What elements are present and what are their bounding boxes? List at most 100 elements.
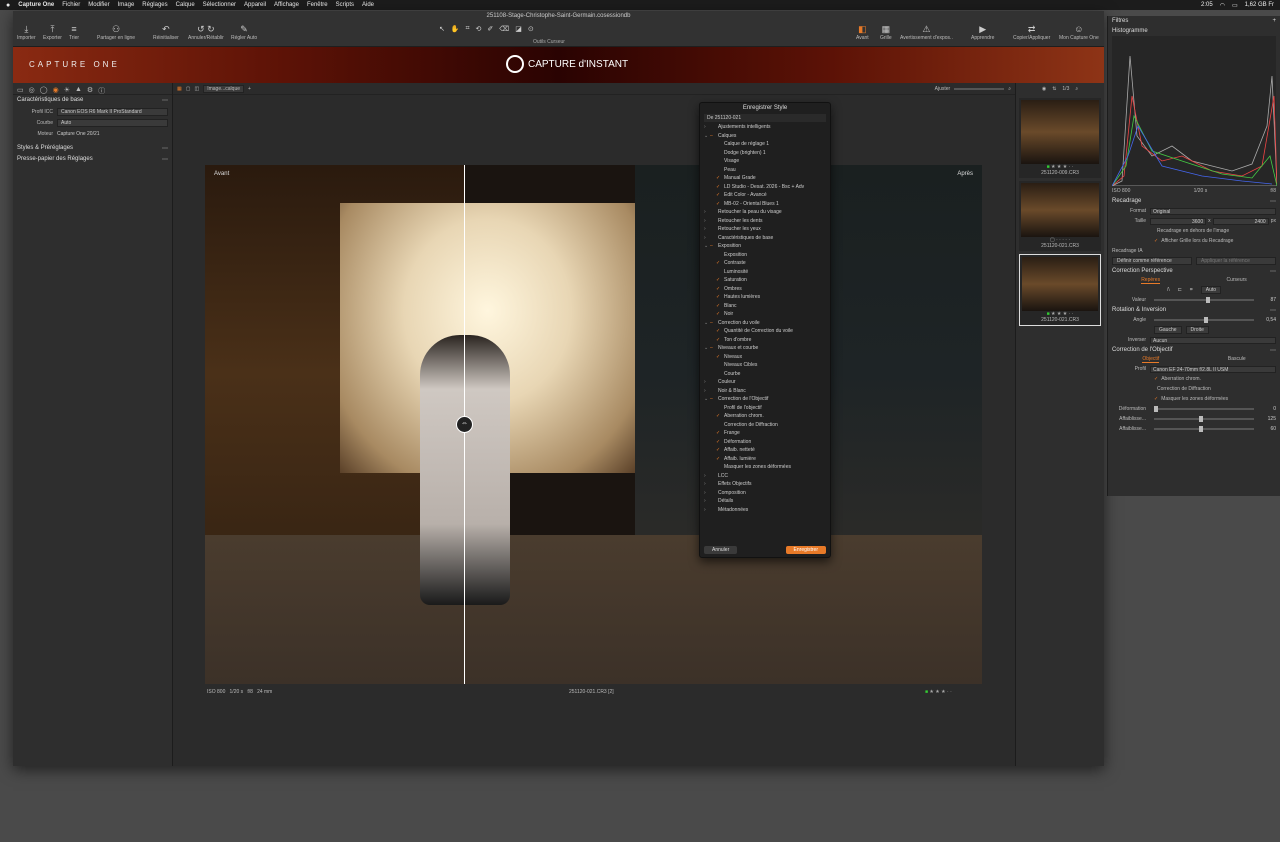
menu-appareil[interactable]: Appareil [244,2,266,8]
zoom-icon[interactable]: ⌕ [1008,86,1011,92]
disclosure-icon[interactable]: › [704,498,710,504]
style-option-item[interactable]: › Effets Objectifs [704,480,826,489]
style-option-item[interactable]: ✓ Frange [704,429,826,438]
before-button[interactable]: ◧ Avant [856,23,869,41]
reset-button[interactable]: ↶ Réinitialiser [153,23,179,41]
menu-scripts[interactable]: Scripts [336,2,354,8]
menu-calque[interactable]: Calque [176,2,195,8]
slider-knob[interactable] [1204,317,1208,323]
falloff2-slider[interactable] [1154,426,1254,432]
disclosure-icon[interactable]: › [704,218,710,224]
style-option-item[interactable]: Visage [704,157,826,166]
distortion-slider[interactable] [1154,406,1254,412]
disclosure-icon[interactable]: › [704,481,710,487]
checkbox-icon[interactable]: ✓ [1154,396,1158,402]
style-option-item[interactable]: ⌄ – Niveaux et courbe [704,344,826,353]
sort-icon[interactable]: ⇅ [1052,86,1056,92]
menu-fichier[interactable]: Fichier [62,2,80,8]
thumbnail-2[interactable]: ▢ · · · · · 251120-021.CR3 [1019,181,1101,251]
value-number[interactable]: 87 [1258,297,1276,303]
crop-outside-option[interactable]: Recadrage en dehors de l'image [1108,226,1280,236]
lens-profile-select[interactable]: Canon EF 24-70mm f/2.8L II USM [1150,365,1276,373]
picker-cursor-icon[interactable]: ⊙ [528,25,534,33]
adjust-tab-icon[interactable]: ⚙ [87,86,93,94]
rotate-cursor-icon[interactable]: ⟲ [476,25,482,33]
checkbox-icon[interactable]: ✓ [1154,376,1158,382]
style-option-item[interactable]: ✓ Ombres [704,285,826,294]
flip-select[interactable]: Aucun [1150,336,1276,344]
share-button[interactable]: ⚇ Partager en ligne [97,23,135,41]
gradient-cursor-icon[interactable]: ◪ [515,25,522,33]
checkbox-icon[interactable]: – [710,243,718,249]
checkbox-icon[interactable]: ✓ [716,456,724,462]
horizontal-icon[interactable]: ⊏ [1178,287,1182,293]
style-option-item[interactable]: ✓ Déformation [704,438,826,447]
angle-slider[interactable] [1154,317,1254,323]
checkbox-icon[interactable]: ✓ [716,277,724,283]
checkbox-icon[interactable]: ✓ [716,201,724,207]
base-characteristics-header[interactable]: Caractéristiques de base ⋯ [13,95,172,106]
checkbox-icon[interactable]: – [710,396,718,402]
style-option-item[interactable]: Courbe [704,370,826,379]
slider-knob[interactable] [1154,406,1158,412]
disclosure-icon[interactable]: › [704,490,710,496]
style-option-item[interactable]: › LCC [704,472,826,481]
photo-rating[interactable]: ■ ★ ★ ★ · · [925,689,952,695]
style-option-item[interactable]: ✓ Quantité de Correction du voile [704,327,826,336]
style-option-item[interactable]: ✓ Affaib. netteté [704,446,826,455]
photo-preview[interactable]: ⇔ Avant Après [205,165,982,684]
falloff2-number[interactable]: 60 [1258,426,1276,432]
fit-label[interactable]: Ajuster [935,86,951,92]
menu-reglages[interactable]: Réglages [142,2,167,8]
disclosure-icon[interactable]: › [704,379,710,385]
style-option-item[interactable]: › Retoucher les dents [704,217,826,226]
checkbox-icon[interactable]: ✓ [716,328,724,334]
disclosure-icon[interactable]: › [704,124,710,130]
exposure-warning-button[interactable]: ⚠ Avertissement d'expos.. [900,23,953,41]
slider-knob[interactable] [1199,426,1203,432]
style-option-item[interactable]: Niveaux Cibles [704,361,826,370]
search-icon[interactable]: ⌕ [1075,86,1078,92]
more-icon[interactable]: ⋯ [162,97,168,104]
apple-icon[interactable]: ● [6,2,10,9]
style-option-item[interactable]: ⌄ – Exposition [704,242,826,251]
style-option-item[interactable]: ✓ Blanc [704,302,826,311]
menu-affichage[interactable]: Affichage [274,2,299,8]
tab-reperes[interactable]: Repères [1141,277,1161,284]
split-handle[interactable]: ⇔ [456,416,473,433]
chromatic-option[interactable]: ✓ Aberration chrom. [1108,374,1280,384]
checkbox-icon[interactable]: ✓ [716,286,724,292]
checkbox-icon[interactable]: ✓ [716,354,724,360]
menu-fenetre[interactable]: Fenêtre [307,2,328,8]
height-input[interactable]: 2400 [1212,217,1269,225]
vertical-icon[interactable]: /\ [1167,287,1170,293]
crop-cursor-icon[interactable]: ⌗ [466,25,470,33]
checkbox-icon[interactable]: ✓ [716,311,724,317]
grid-view-icon[interactable]: ▦ [177,86,182,92]
style-option-item[interactable]: ⌄ – Correction du voile [704,319,826,328]
curve-select[interactable]: Auto [57,118,168,127]
cancel-button[interactable]: Annuler [704,546,738,554]
wifi-icon[interactable]: ◠ [1220,2,1225,9]
filters-header[interactable]: Filtres + [1108,16,1280,26]
pan-cursor-icon[interactable]: ✋ [451,25,460,33]
learn-button[interactable]: ▶ Apprendre [971,23,994,41]
layer-select[interactable]: Image...calque [203,84,245,93]
select-cursor-icon[interactable]: ↖ [439,25,445,33]
zoom-slider[interactable] [954,87,1005,90]
style-option-item[interactable]: ✓ Niveaux [704,353,826,362]
style-option-item[interactable]: ✓ Manual Grade [704,174,826,183]
style-option-item[interactable]: ✓ Saturation [704,276,826,285]
clipboard-header[interactable]: Presse-papier des Réglages ⋯ [13,154,172,165]
slider-knob[interactable] [1206,297,1210,303]
checkbox-icon[interactable]: ✓ [716,413,724,419]
diffraction-option[interactable]: Correction de Diffraction [1108,384,1280,394]
export-button[interactable]: ⤒ Exporter [43,23,62,41]
compare-view-icon[interactable]: ◫ [194,86,199,92]
disclosure-icon[interactable]: › [704,388,710,394]
histogram-header[interactable]: Histogramme [1108,26,1280,36]
style-option-item[interactable]: › Retoucher la peau du visage [704,208,826,217]
single-view-icon[interactable]: ▢ [186,86,191,92]
style-option-item[interactable]: › Détails [704,497,826,506]
style-option-item[interactable]: Luminosité [704,268,826,277]
